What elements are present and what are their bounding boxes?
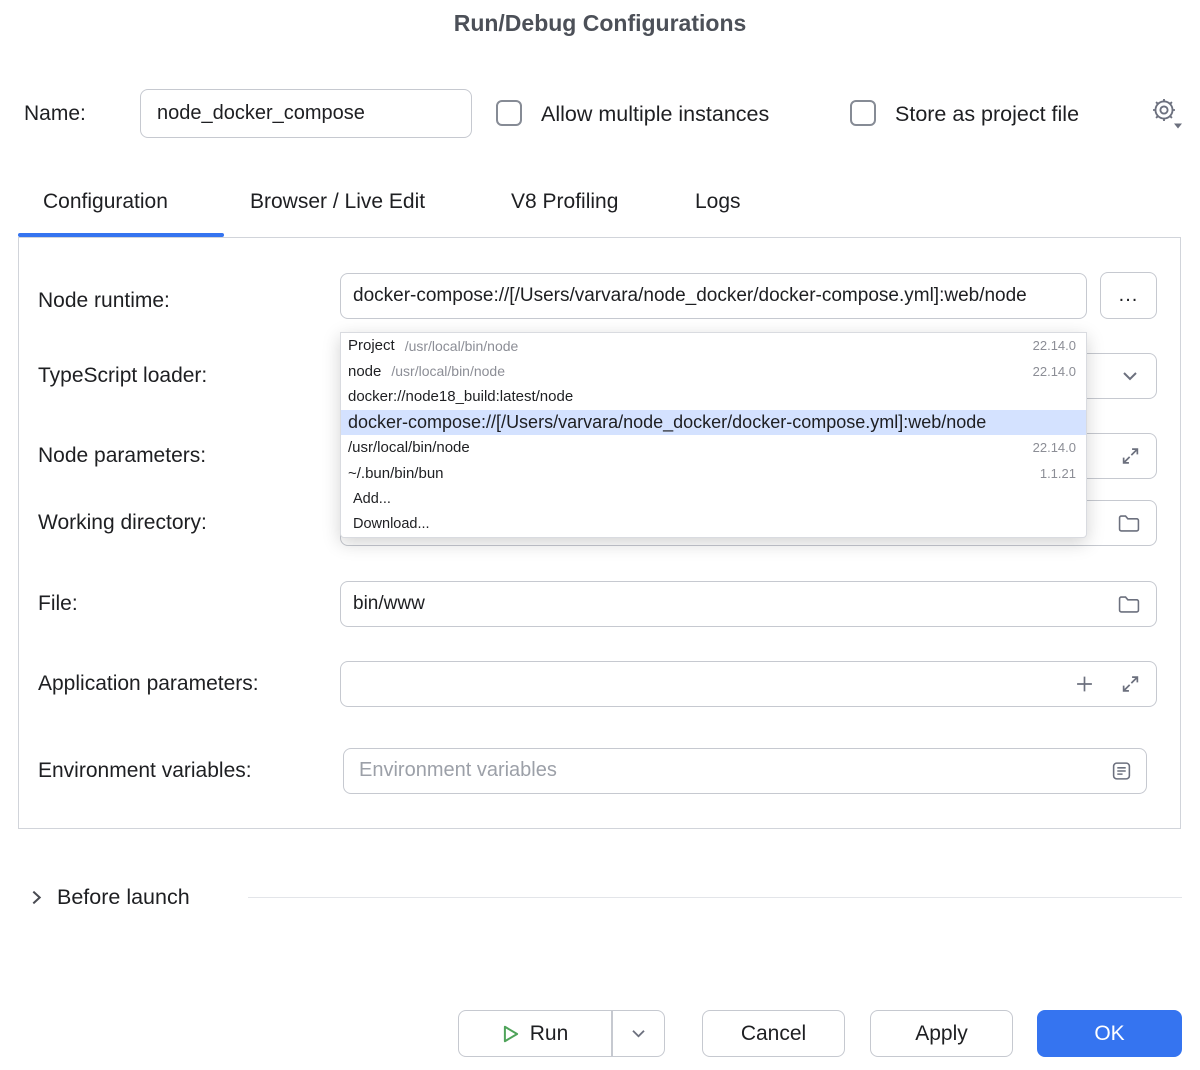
node-runtime-label: Node runtime:	[38, 289, 170, 313]
node-runtime-dropdown: Project /usr/local/bin/node 22.14.0 node…	[340, 332, 1087, 538]
application-parameters-field	[340, 661, 1157, 707]
file-input[interactable]	[341, 582, 1156, 626]
application-parameters-label: Application parameters:	[38, 672, 259, 696]
run-split-button: Run	[458, 1010, 665, 1057]
gear-dropdown-arrow-icon	[1173, 117, 1183, 135]
runtime-option-docker-compose-selected[interactable]: docker-compose://[/Users/varvara/node_do…	[341, 410, 1086, 436]
allow-multiple-instances-label: Allow multiple instances	[541, 102, 769, 127]
option-name: Download...	[353, 516, 430, 532]
allow-multiple-instances-checkbox[interactable]	[496, 100, 522, 126]
chevron-down-icon[interactable]	[1122, 370, 1138, 382]
runtime-option-node[interactable]: node /usr/local/bin/node 22.14.0	[341, 359, 1086, 385]
option-version: 22.14.0	[1033, 440, 1076, 455]
expand-icon[interactable]	[1121, 675, 1140, 694]
plus-icon[interactable]	[1075, 675, 1094, 694]
option-version: 22.14.0	[1033, 364, 1076, 379]
runtime-option-project[interactable]: Project /usr/local/bin/node 22.14.0	[341, 333, 1086, 359]
expand-icon[interactable]	[1121, 447, 1140, 466]
option-name: node	[348, 363, 381, 380]
node-runtime-more-button[interactable]: ...	[1100, 272, 1157, 319]
file-label: File:	[38, 592, 78, 616]
before-launch-divider	[248, 897, 1182, 898]
run-button-label: Run	[530, 1022, 569, 1046]
store-as-project-file-label: Store as project file	[895, 102, 1079, 127]
cancel-button[interactable]: Cancel	[702, 1010, 845, 1057]
working-directory-label: Working directory:	[38, 511, 207, 535]
runtime-option-docker[interactable]: docker://node18_build:latest/node	[341, 384, 1086, 410]
run-options-chevron[interactable]	[613, 1028, 665, 1039]
name-label: Name:	[24, 102, 86, 126]
typescript-loader-label: TypeScript loader:	[38, 364, 207, 388]
run-debug-configurations-dialog: Run/Debug Configurations Name: Allow mul…	[0, 0, 1200, 1070]
file-field	[340, 581, 1157, 627]
option-name: Add...	[353, 491, 391, 507]
active-tab-indicator	[18, 233, 224, 237]
name-input[interactable]	[141, 90, 471, 137]
option-name: Project	[348, 337, 395, 354]
environment-variables-input[interactable]	[344, 749, 1146, 793]
chevron-right-icon[interactable]	[28, 889, 45, 911]
node-runtime-field	[340, 273, 1087, 319]
option-path: /usr/local/bin/node	[391, 363, 505, 379]
option-name: docker-compose://[/Users/varvara/node_do…	[348, 412, 986, 433]
node-runtime-input[interactable]	[341, 274, 1086, 318]
apply-button[interactable]: Apply	[870, 1010, 1013, 1057]
runtime-option-add[interactable]: Add...	[341, 486, 1086, 512]
store-as-project-file-checkbox[interactable]	[850, 100, 876, 126]
tab-browser-live-edit[interactable]: Browser / Live Edit	[250, 190, 425, 214]
option-name: docker://node18_build:latest/node	[348, 388, 573, 405]
name-input-field	[140, 89, 472, 138]
option-path: /usr/local/bin/node	[405, 338, 519, 354]
runtime-option-usr-local-bin-node[interactable]: /usr/local/bin/node 22.14.0	[341, 435, 1086, 461]
ok-button[interactable]: OK	[1037, 1010, 1182, 1057]
option-version: 1.1.21	[1040, 466, 1076, 481]
runtime-option-bun[interactable]: ~/.bun/bin/bun 1.1.21	[341, 461, 1086, 487]
tab-logs[interactable]: Logs	[695, 190, 741, 214]
run-play-icon	[502, 1024, 520, 1044]
runtime-option-download[interactable]: Download...	[341, 512, 1086, 538]
run-button[interactable]: Run	[459, 1022, 611, 1046]
folder-icon[interactable]	[1118, 514, 1140, 533]
option-name: ~/.bun/bin/bun	[348, 465, 444, 482]
node-parameters-label: Node parameters:	[38, 444, 206, 468]
application-parameters-input[interactable]	[341, 662, 1156, 706]
environment-variables-label: Environment variables:	[38, 759, 252, 783]
before-launch-label[interactable]: Before launch	[57, 885, 190, 910]
tab-configuration[interactable]: Configuration	[43, 190, 168, 214]
option-name: /usr/local/bin/node	[348, 439, 470, 456]
option-version: 22.14.0	[1033, 338, 1076, 353]
tab-v8-profiling[interactable]: V8 Profiling	[511, 190, 618, 214]
folder-icon[interactable]	[1118, 595, 1140, 614]
dialog-title: Run/Debug Configurations	[0, 10, 1200, 37]
environment-variables-field	[343, 748, 1147, 794]
browse-list-icon[interactable]	[1111, 761, 1132, 782]
